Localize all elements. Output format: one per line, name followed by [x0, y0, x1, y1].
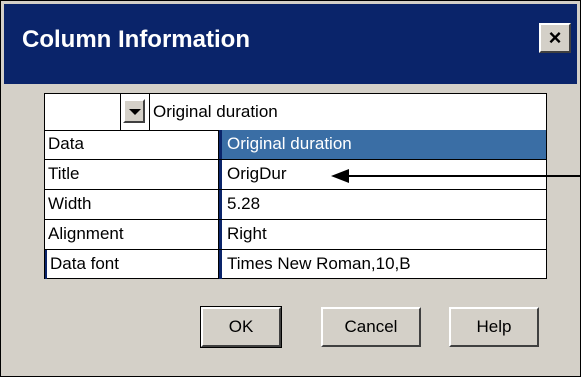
property-value[interactable]: 5.28	[219, 190, 546, 219]
property-label: Data	[45, 130, 219, 159]
property-label: Title	[45, 160, 219, 189]
close-button[interactable]: ×	[539, 23, 571, 53]
callout-arrow	[331, 169, 581, 183]
property-row-data-font[interactable]: Data font Times New Roman,10,B	[45, 250, 546, 279]
column-combo-row: Original duration	[45, 94, 546, 131]
combo-blank-cell	[45, 94, 121, 130]
chevron-down-icon[interactable]	[123, 99, 145, 123]
property-label: Data font	[45, 250, 219, 279]
property-value[interactable]: Right	[219, 220, 546, 249]
property-row-width[interactable]: Width 5.28	[45, 190, 546, 220]
property-label: Alignment	[45, 220, 219, 249]
column-information-dialog: Column Information × Original duration D…	[0, 0, 581, 377]
dialog-title: Column Information	[22, 26, 250, 53]
property-value[interactable]: Times New Roman,10,B	[219, 250, 546, 279]
help-button[interactable]: Help	[449, 307, 539, 347]
property-row-alignment[interactable]: Alignment Right	[45, 220, 546, 250]
column-combo-value[interactable]: Original duration	[149, 94, 278, 130]
ok-button[interactable]: OK	[200, 306, 282, 348]
callout-arrow-head	[331, 169, 349, 183]
title-bar[interactable]: Column Information ×	[4, 4, 577, 84]
property-value[interactable]: Original duration	[219, 130, 546, 159]
property-row-data[interactable]: Data Original duration	[45, 130, 546, 160]
cancel-button[interactable]: Cancel	[321, 307, 421, 347]
property-label: Width	[45, 190, 219, 219]
